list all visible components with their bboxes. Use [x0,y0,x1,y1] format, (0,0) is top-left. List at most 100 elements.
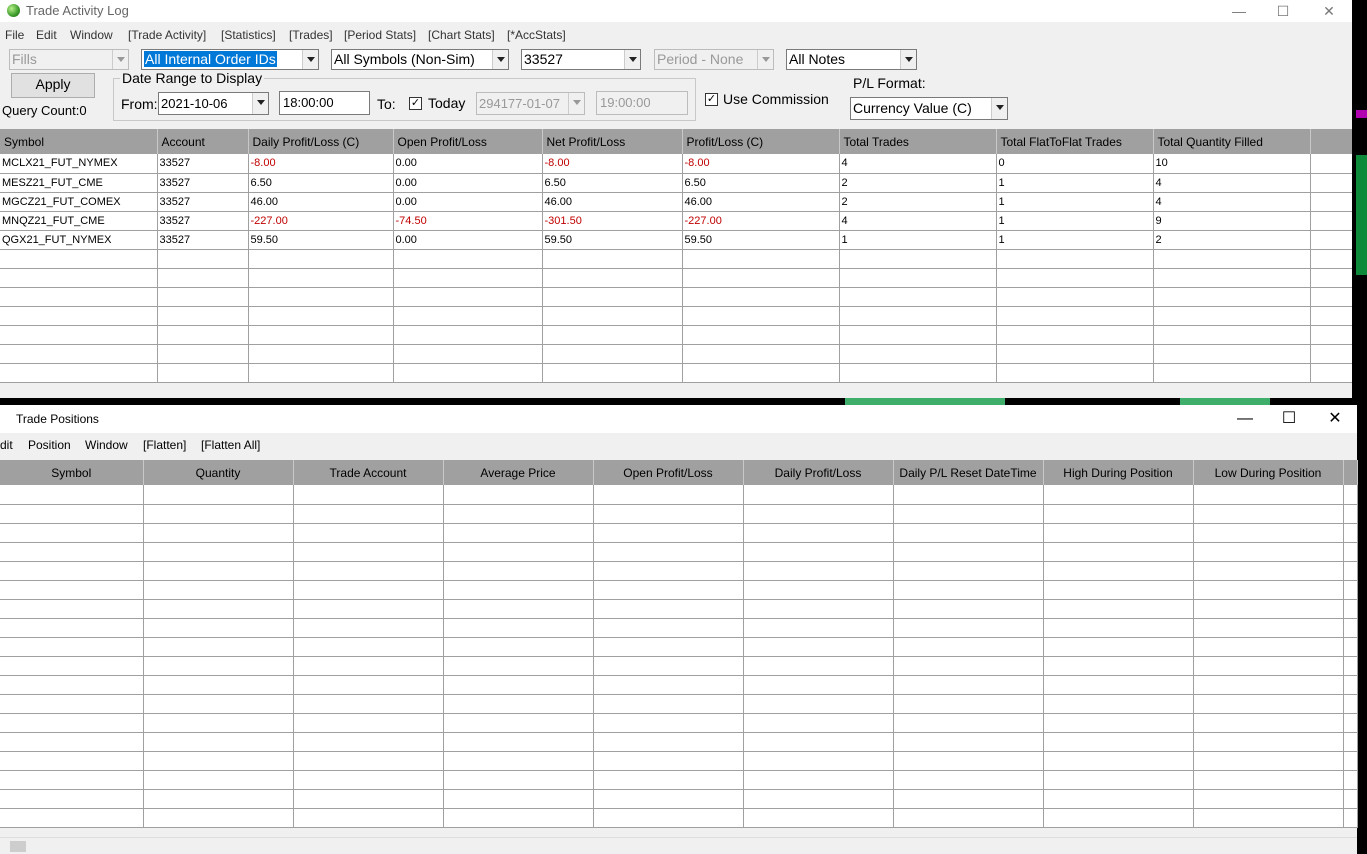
menu-period-stats[interactable]: [Period Stats] [344,27,416,44]
table-cell [293,770,444,790]
table-cell [0,268,158,288]
background-chart-fragment [1356,110,1367,118]
table-cell [1043,580,1194,600]
table-cell [1310,287,1353,307]
col-quantity[interactable]: Quantity [143,460,294,485]
to-time-input[interactable]: 19:00:00 [596,91,688,115]
table-cell: 46.00 [682,192,840,212]
today-checkbox[interactable]: ✓ [409,97,422,110]
table-cell: -227.00 [682,211,840,231]
pl-format-dropdown[interactable]: Currency Value (C) [850,97,1008,120]
table-row[interactable]: MNQZ21_FUT_CME 33527 -227.00 -74.50 -301.50-… [0,211,1353,231]
menu-edit[interactable]: Edit [36,27,57,44]
table-cell [1343,808,1358,828]
col-average-price[interactable]: Average Price [443,460,594,485]
col-open-pl[interactable]: Open Profit/Loss [393,129,543,154]
maximize-button[interactable]: ☐ [1260,0,1306,22]
table-cell: 33527 [157,230,249,250]
table-cell [893,523,1044,543]
table-cell [1343,618,1358,638]
table-row[interactable]: MGCZ21_FUT_COMEX 33527 46.00 0.00 46.00 46.00… [0,192,1353,212]
table-cell [0,306,158,326]
menu-accstats[interactable]: [*AccStats] [507,27,566,44]
table-row[interactable]: QGX21_FUT_NYMEX 33527 59.50 0.00 59.50 59.50 1… [0,230,1353,250]
menu-window[interactable]: Window [70,27,113,44]
table-cell [893,713,1044,733]
table-cell [143,485,294,505]
table-cell [1193,523,1344,543]
table-cell [1343,542,1358,562]
symbols-dropdown[interactable]: All Symbols (Non-Sim) [331,49,509,70]
table-cell [593,732,744,752]
maximize-button[interactable]: ☐ [1266,405,1312,433]
period-dropdown[interactable]: Period - None [654,49,774,70]
table-cell [1153,344,1311,364]
col-trade-account[interactable]: Trade Account [293,460,444,485]
col-reset-datetime[interactable]: Daily P/L Reset DateTime [893,460,1044,485]
table-cell [248,268,394,288]
table-cell [542,363,683,383]
col-daily-pl[interactable]: Daily Profit/Loss (C) [248,129,394,154]
empty-row [0,732,1358,752]
table-row[interactable]: MCLX21_FUT_NYMEX 33527 -8.00 0.00 -8.00 -8.00… [0,154,1353,174]
menu-flatten[interactable]: [Flatten] [143,437,186,454]
table-cell: 4 [839,211,997,231]
table-cell: 2 [1153,230,1311,250]
from-time-input[interactable]: 18:00:00 [279,91,370,115]
table-cell [443,751,594,771]
table-cell [157,287,249,307]
minimize-button[interactable]: — [1216,0,1262,22]
today-label: Today [428,95,466,111]
empty-row [0,523,1358,543]
scrollbar-thumb[interactable] [10,841,26,852]
menu-trade-activity[interactable]: [Trade Activity] [128,27,206,44]
apply-button[interactable]: Apply [11,73,95,98]
col-high[interactable]: High During Position [1043,460,1194,485]
col-account[interactable]: Account [157,129,249,154]
col-net-pl[interactable]: Net Profit/Loss [542,129,683,154]
table-cell [293,523,444,543]
col-flat-trades[interactable]: Total FlatToFlat Trades [996,129,1154,154]
fills-dropdown[interactable]: Fills [9,49,129,70]
use-commission-checkbox[interactable]: ✓ [705,93,718,106]
trade-stats-body: MCLX21_FUT_NYMEX 33527 -8.00 0.00 -8.00 -8.00… [0,154,1353,383]
table-row[interactable]: MESZ21_FUT_CME 33527 6.50 0.00 6.50 6.50 2 1 4 [0,173,1353,193]
menu-flatten-all[interactable]: [Flatten All] [201,437,260,454]
minimize-button[interactable]: — [1222,405,1268,433]
to-date-picker[interactable]: 294177-01-07 [476,92,585,115]
table-cell: 9 [1153,211,1311,231]
order-ids-dropdown[interactable]: All Internal Order IDs [141,49,319,70]
table-cell [1043,656,1194,676]
menu-trades[interactable]: [Trades] [289,27,333,44]
col-qty-filled[interactable]: Total Quantity Filled [1153,129,1311,154]
menu-statistics[interactable]: [Statistics] [221,27,276,44]
menu-position[interactable]: Position [28,437,71,454]
col-pl[interactable]: Profit/Loss (C) [682,129,840,154]
menu-chart-stats[interactable]: [Chart Stats] [428,27,495,44]
table-cell [1310,192,1353,212]
menu-edit[interactable]: dit [0,437,13,454]
table-cell [743,580,894,600]
col-symbol[interactable]: Symbol [0,460,144,485]
table-cell [893,732,1044,752]
col-low[interactable]: Low During Position [1193,460,1344,485]
col-open-pl[interactable]: Open Profit/Loss [593,460,744,485]
table-cell [1343,675,1358,695]
menu-window[interactable]: Window [85,437,128,454]
from-date-picker[interactable]: 2021-10-06 [158,92,269,115]
table-cell [1193,713,1344,733]
table-cell [893,789,1044,809]
close-button[interactable]: ✕ [1312,405,1358,433]
table-cell [293,656,444,676]
table-cell [143,618,294,638]
account-dropdown[interactable]: 33527 [521,49,641,70]
notes-dropdown[interactable]: All Notes [786,49,917,70]
col-total-trades[interactable]: Total Trades [839,129,997,154]
menu-file[interactable]: File [5,27,24,44]
table-cell [743,808,894,828]
close-button[interactable]: ✕ [1306,0,1352,22]
table-cell: 59.50 [542,230,683,250]
horizontal-scrollbar[interactable] [0,837,1357,854]
col-daily-pl[interactable]: Daily Profit/Loss [743,460,894,485]
col-symbol[interactable]: Symbol [0,129,158,154]
